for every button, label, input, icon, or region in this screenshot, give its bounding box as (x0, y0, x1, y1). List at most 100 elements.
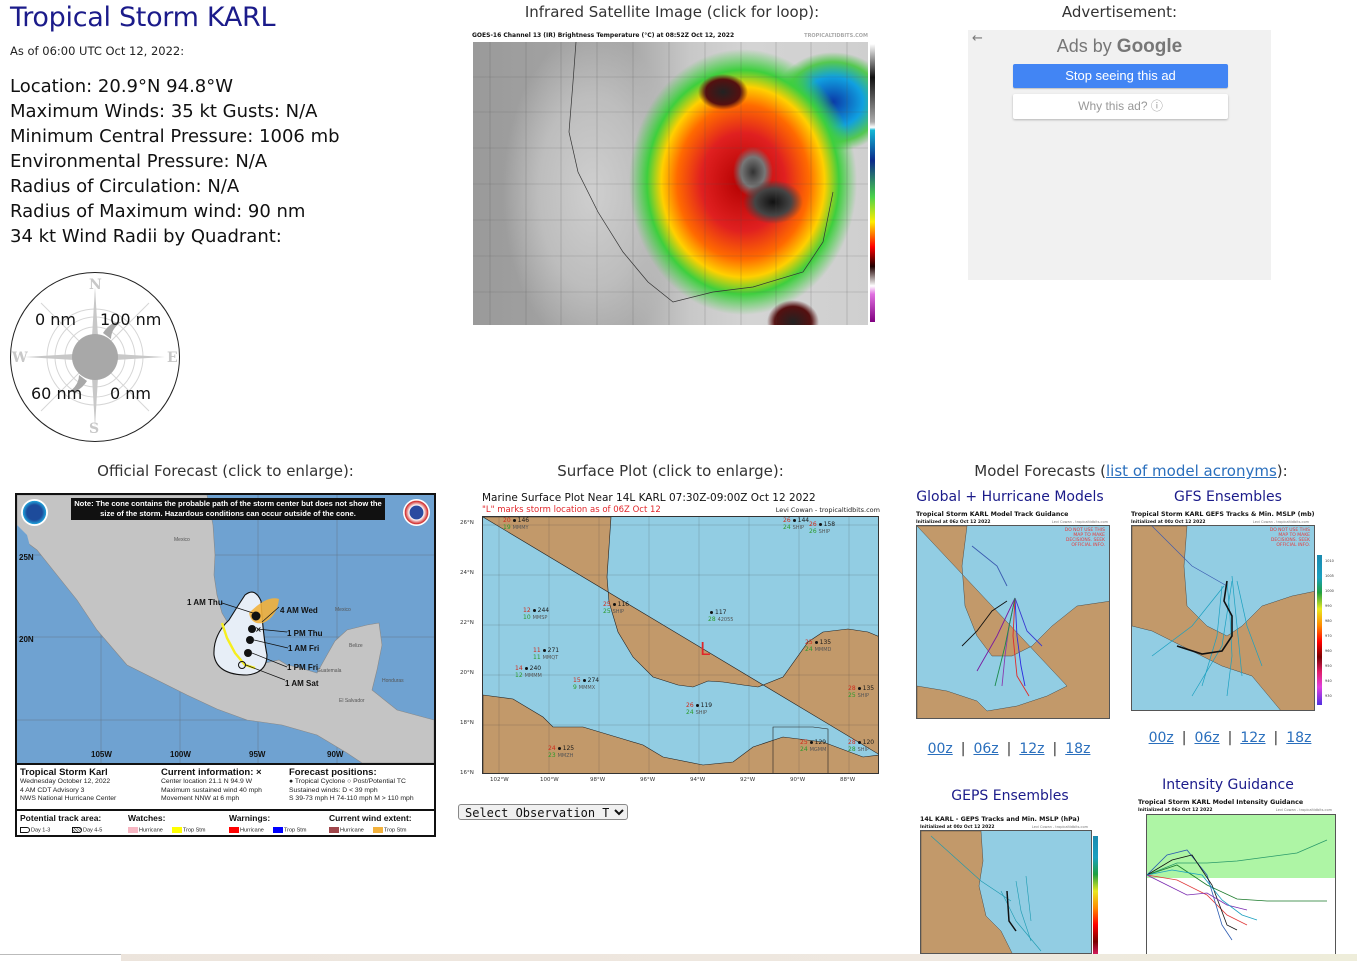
global-models-image-link[interactable]: Tropical Storm KARL Model Track Guidance… (914, 511, 1112, 723)
global-run-06z[interactable]: 06z (973, 741, 998, 757)
model-acronyms-link[interactable]: list of model acronyms (1106, 462, 1277, 480)
satellite-colorbar (870, 44, 875, 322)
satellite-image-link[interactable]: GOES-16 Channel 13 (IR) Brightness Tempe… (470, 32, 880, 328)
gefs-model-runs: 00z | 06z | 12z | 18z (1148, 730, 1312, 746)
gefs-run-00z[interactable]: 00z (1149, 730, 1174, 746)
surface-plot-map: L 20 146 19 MMMY 26 144 24 SHIP 26 158 26 SHIP 25… (482, 516, 879, 774)
satellite-image (473, 42, 868, 325)
lat-tick: 22°N (460, 620, 474, 626)
station-observation: 28 120 28 SHIP (848, 739, 875, 753)
observation-time-select[interactable]: Select Observation Time... (458, 804, 628, 820)
stop-seeing-ad-button[interactable]: Stop seeing this ad (1013, 64, 1228, 88)
location: Location: 20.9°N 94.8°W (10, 76, 234, 97)
station-observation: 24 125 23 MMZH (548, 745, 575, 759)
colorbar-tick: 990 (1325, 604, 1332, 608)
global-run-18z[interactable]: 18z (1065, 741, 1090, 757)
legend-wind-tropstm: Trop Stm (373, 827, 406, 833)
colorbar-tick: 1010 (1325, 559, 1334, 563)
official-forecast-image-link[interactable]: × Note: The cone contains the probable p… (15, 493, 436, 837)
model-track-map: DO NOT USE THIS MAP TO MAKE DECISIONS. S… (916, 525, 1110, 719)
lat-tick-20n: 20N (19, 635, 34, 644)
surface-plot-image-link[interactable]: Marine Surface Plot Near 14L KARL 07:30Z… (458, 490, 883, 792)
storm-location-marker: L (700, 639, 711, 660)
ad-heading: Advertisement: (1061, 3, 1178, 21)
intensity-guidance-image-link[interactable]: Tropical Storm KARL Model Intensity Guid… (1136, 799, 1336, 955)
max-winds: Maximum Winds: 35 kt Gusts: N/A (10, 101, 318, 122)
station-observation: 25 135 24 MMMD (805, 639, 832, 653)
map-label-el-salvador: El Salvador (339, 698, 365, 704)
wind-radii-label: 34 kt Wind Radii by Quadrant: (10, 226, 282, 247)
compass-s: S (89, 421, 99, 437)
as-of-timestamp: As of 06:00 UTC Oct 12, 2022: (10, 44, 185, 58)
lat-tick: 20°N (460, 670, 474, 676)
satellite-heading: Infrared Satellite Image (click for loop… (524, 3, 820, 21)
noaa-logo-icon (21, 499, 48, 526)
gefs-run-18z[interactable]: 18z (1286, 730, 1311, 746)
label-4am-wed: 4 AM Wed (280, 606, 318, 615)
forecast-point-1amfri (246, 636, 254, 644)
colorbar-tick: 1005 (1325, 574, 1334, 578)
colorbar-tick: 930 (1325, 694, 1332, 698)
forecast-note: Note: The cone contains the probable pat… (71, 498, 385, 520)
radius-circulation: Radius of Circulation: N/A (10, 176, 240, 197)
station-observation: 117 28 42055 (708, 609, 734, 623)
lat-tick-25n: 25N (19, 553, 34, 562)
label-1pm-fri: 1 PM Fri (287, 663, 319, 672)
legend-warning-hurricane: Hurricane (229, 827, 264, 833)
colorbar-tick: 940 (1325, 679, 1332, 683)
station-observation: 20 146 19 MMMY (503, 517, 530, 531)
gfs-ensembles-image-link[interactable]: Tropical Storm KARL GEFS Tracks & Min. M… (1129, 511, 1349, 713)
station-observation: 14 240 12 MMMM (515, 665, 542, 679)
lon-tick: 96°W (640, 777, 656, 783)
lat-tick: 26°N (460, 520, 474, 526)
forecast-info-panel: Tropical Storm Karl Wednesday October 12… (17, 763, 434, 809)
gefs-colorbar (1317, 555, 1322, 705)
lon-tick: 88°W (840, 777, 856, 783)
station-observation: 25 129 24 MGMM (800, 739, 827, 753)
gefs-run-06z[interactable]: 06z (1194, 730, 1219, 746)
legend-watch-hurricane: Hurricane (128, 827, 163, 833)
station-observation: 25 116 25 SHIP (603, 601, 630, 615)
gfs-ensembles-title: GFS Ensembles (1174, 489, 1282, 505)
legend-wind-hurricane: Hurricane (329, 827, 364, 833)
station-observation: 26 158 26 SHIP (809, 521, 836, 535)
why-this-ad-button[interactable]: Why this ad? ⓘ (1013, 94, 1228, 119)
compass-rose-icon: N S W E (11, 277, 178, 437)
global-model-runs: 00z | 06z | 12z | 18z (927, 741, 1091, 757)
legend-day13: Day 1-3 (20, 827, 50, 833)
global-run-00z[interactable]: 00z (928, 741, 953, 757)
legend-day45: Day 4-5 (72, 827, 102, 833)
storm-name: Tropical Storm Karl (20, 767, 108, 778)
map-label-mexico-yucatan: Mexico (335, 607, 351, 613)
lon-tick: 102°W (490, 777, 509, 783)
lon-tick-100w: 100W (170, 750, 191, 759)
lon-tick: 92°W (740, 777, 756, 783)
gefs-run-12z[interactable]: 12z (1240, 730, 1265, 746)
geps-colorbar (1093, 836, 1098, 956)
colorbar-tick: 980 (1325, 619, 1332, 623)
label-1am-sat: 1 AM Sat (285, 679, 319, 688)
compass-n: N (89, 277, 102, 293)
forecast-point-1pmfri (244, 649, 252, 657)
radius-nw: 0 nm (35, 310, 76, 329)
lat-tick: 24°N (460, 570, 474, 576)
intensity-chart (1146, 814, 1336, 955)
nws-logo-icon (403, 499, 430, 526)
legend-warning-tropstm: Trop Stm (273, 827, 306, 833)
google-logo: Google (1116, 36, 1183, 57)
legend-watch-tropstm: Trop Stm (172, 827, 205, 833)
satellite-image-title: GOES-16 Channel 13 (IR) Brightness Tempe… (472, 32, 735, 39)
env-pressure: Environmental Pressure: N/A (10, 151, 268, 172)
map-label-guatemala: Guatemala (317, 668, 342, 674)
lon-tick-105w: 105W (91, 750, 112, 759)
station-observation: 28 135 25 SHIP (848, 685, 875, 699)
ad-container: ← Ads by Google Stop seeing this ad Why … (968, 30, 1271, 280)
radius-se: 0 nm (110, 384, 151, 403)
lon-tick-90w: 90W (327, 750, 344, 759)
surface-plot-heading: Surface Plot (click to enlarge): (557, 462, 784, 480)
geps-ensembles-image-link[interactable]: 14L KARL - GEPS Tracks and Min. MSLP (hP… (918, 816, 1108, 956)
compass-e: E (167, 350, 178, 366)
lon-tick: 90°W (790, 777, 806, 783)
ads-by-google: Ads by Google (1056, 36, 1183, 57)
global-run-12z[interactable]: 12z (1019, 741, 1044, 757)
